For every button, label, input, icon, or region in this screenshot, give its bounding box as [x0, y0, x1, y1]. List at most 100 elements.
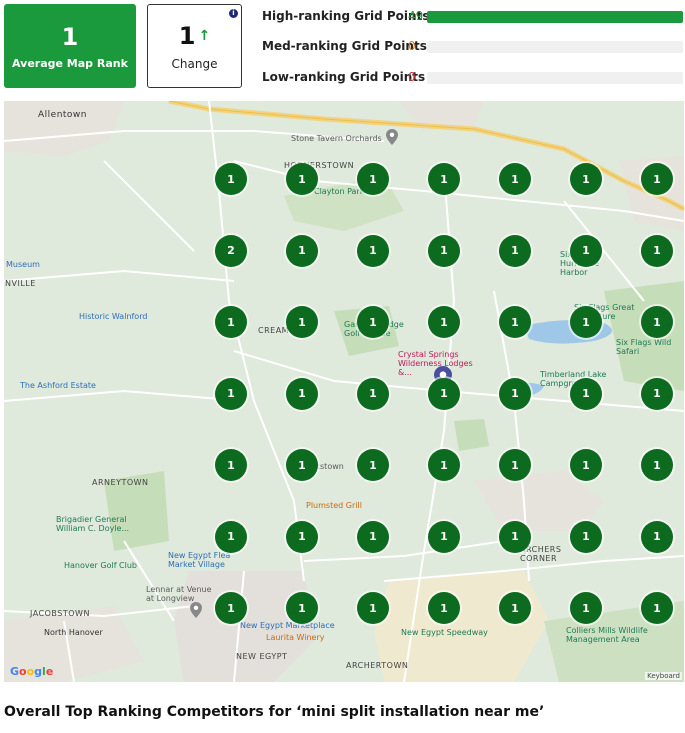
grid-point-marker[interactable]: 1	[641, 306, 673, 338]
map-label-archertown: ARCHERTOWN	[346, 661, 409, 670]
map-label-clayton-park: Clayton Park	[314, 187, 365, 196]
grid-point-marker[interactable]: 1	[499, 377, 531, 410]
grid-point-marker[interactable]: 1	[499, 234, 531, 267]
grid-point-marker[interactable]: 1	[641, 449, 673, 481]
grid-map[interactable]: Allentown Stone Tavern Orchards HORNERST…	[4, 101, 684, 682]
low-ranking-row: Low-ranking Grid Points 0	[262, 68, 684, 86]
grid-point-marker[interactable]: 1	[428, 520, 460, 553]
map-label-arneytown: ARNEYTOWN	[92, 478, 149, 487]
change-card: i 1 ↑ Change	[147, 4, 242, 88]
map-pin-icon	[386, 129, 398, 145]
grid-point-marker[interactable]: 1	[357, 377, 389, 410]
change-value: 1	[178, 22, 196, 50]
grid-point-marker[interactable]: 1	[428, 377, 460, 410]
med-ranking-bar	[427, 41, 683, 53]
grid-point-marker[interactable]: 1	[357, 449, 389, 481]
low-ranking-label: Low-ranking Grid Points	[262, 70, 426, 84]
grid-point-marker[interactable]: 1	[499, 520, 531, 553]
grid-point-marker[interactable]: 1	[428, 163, 460, 195]
up-arrow-icon: ↑	[198, 28, 211, 44]
grid-point-marker[interactable]: 1	[357, 306, 389, 338]
med-ranking-count: 0	[408, 39, 416, 53]
med-ranking-label: Med-ranking Grid Points	[262, 39, 427, 53]
high-ranking-bar-fill	[427, 11, 683, 23]
map-label-plumsted-grill: Plumsted Grill	[306, 501, 362, 510]
grid-point-marker[interactable]: 1	[641, 520, 673, 553]
grid-point-marker[interactable]: 1	[215, 377, 247, 410]
grid-point-marker[interactable]: 1	[286, 377, 318, 410]
map-label-colliers: Colliers Mills Wildlife Management Area	[566, 626, 648, 644]
grid-point-marker[interactable]: 1	[570, 163, 602, 195]
grid-point-marker[interactable]: 1	[286, 592, 318, 624]
high-ranking-row: High-ranking Grid Points 49	[262, 7, 684, 25]
grid-point-marker[interactable]: 1	[215, 520, 247, 553]
average-map-rank-label: Average Map Rank	[12, 57, 128, 70]
grid-point-marker[interactable]: 1	[499, 306, 531, 338]
competitors-section-title: Overall Top Ranking Competitors for ‘min…	[4, 704, 545, 720]
low-ranking-count: 0	[408, 70, 416, 84]
grid-point-marker[interactable]: 1	[570, 449, 602, 481]
grid-point-marker[interactable]: 1	[641, 234, 673, 267]
map-label-stone-tavern: Stone Tavern Orchards	[291, 134, 382, 143]
map-label-six-flags-safari: Six Flags Wild Safari	[616, 338, 672, 356]
map-label-north-hanover: North Hanover	[44, 628, 103, 637]
map-label-allentown: Allentown	[38, 110, 87, 120]
map-label-museum: Museum	[6, 260, 40, 269]
grid-point-marker[interactable]: 1	[357, 163, 389, 195]
grid-point-marker[interactable]: 1	[570, 377, 602, 410]
grid-point-marker[interactable]: 1	[428, 306, 460, 338]
map-label-cream-ridge: CREAM	[258, 326, 290, 335]
google-logo: Google	[10, 665, 54, 678]
change-label: Change	[171, 57, 218, 71]
grid-point-marker[interactable]: 1	[286, 163, 318, 195]
map-label-hanover-golf: Hanover Golf Club	[64, 561, 138, 570]
grid-point-marker[interactable]: 1	[570, 306, 602, 338]
grid-point-marker[interactable]: 2	[215, 234, 247, 267]
grid-point-marker[interactable]: 1	[428, 592, 460, 624]
map-label-new-egypt: NEW EGYPT	[236, 652, 288, 661]
grid-point-marker[interactable]: 1	[428, 234, 460, 267]
grid-point-marker[interactable]: 1	[499, 163, 531, 195]
map-label-laurita: Laurita Winery	[266, 633, 325, 642]
grid-point-marker[interactable]: 1	[286, 449, 318, 481]
grid-point-marker[interactable]: 1	[286, 234, 318, 267]
med-ranking-row: Med-ranking Grid Points 0	[262, 37, 684, 55]
map-label-historic-walnford: Historic Walnford	[79, 312, 148, 321]
map-label-lennar: Lennar at Venue at Longview	[146, 585, 212, 603]
info-icon[interactable]: i	[229, 9, 238, 18]
grid-point-marker[interactable]: 1	[357, 234, 389, 267]
change-value-wrap: 1 ↑	[148, 22, 241, 50]
grid-point-marker[interactable]: 1	[215, 306, 247, 338]
map-label-new-egypt-speedway: New Egypt Speedway	[401, 628, 488, 637]
grid-point-marker[interactable]: 1	[499, 449, 531, 481]
grid-point-marker[interactable]: 1	[570, 234, 602, 267]
low-ranking-bar	[427, 72, 683, 84]
grid-point-marker[interactable]: 1	[428, 449, 460, 481]
map-label-ashford: The Ashford Estate	[20, 381, 96, 390]
grid-point-marker[interactable]: 1	[641, 163, 673, 195]
grid-point-marker[interactable]: 1	[570, 520, 602, 553]
map-label-jacobstown: JACOBSTOWN	[30, 609, 90, 618]
map-label-nville: NVILLE	[5, 279, 36, 288]
average-map-rank-value: 1	[61, 23, 79, 51]
map-pin-icon	[190, 602, 202, 618]
grid-point-marker[interactable]: 1	[215, 592, 247, 624]
high-ranking-count: 49	[408, 9, 424, 23]
keyboard-shortcuts-link[interactable]: Keyboard	[645, 672, 682, 680]
grid-point-marker[interactable]: 1	[641, 592, 673, 624]
grid-point-marker[interactable]: 1	[570, 592, 602, 624]
map-label-brigadier: Brigadier General William C. Doyle...	[56, 515, 130, 533]
high-ranking-bar	[427, 11, 683, 23]
grid-point-marker[interactable]: 1	[641, 377, 673, 410]
grid-point-marker[interactable]: 1	[499, 592, 531, 624]
grid-point-marker[interactable]: 1	[286, 520, 318, 553]
grid-point-marker[interactable]: 1	[357, 520, 389, 553]
map-label-new-egypt-flea: New Egypt Flea Market Village	[168, 551, 231, 569]
grid-point-marker[interactable]: 1	[215, 163, 247, 195]
average-map-rank-card: 1 Average Map Rank	[4, 4, 136, 88]
map-label-new-egypt-marketplace: New Egypt Marketplace	[240, 621, 335, 630]
grid-point-marker[interactable]: 1	[286, 306, 318, 338]
high-ranking-label: High-ranking Grid Points	[262, 9, 430, 23]
grid-point-marker[interactable]: 1	[357, 592, 389, 624]
grid-point-marker[interactable]: 1	[215, 449, 247, 481]
